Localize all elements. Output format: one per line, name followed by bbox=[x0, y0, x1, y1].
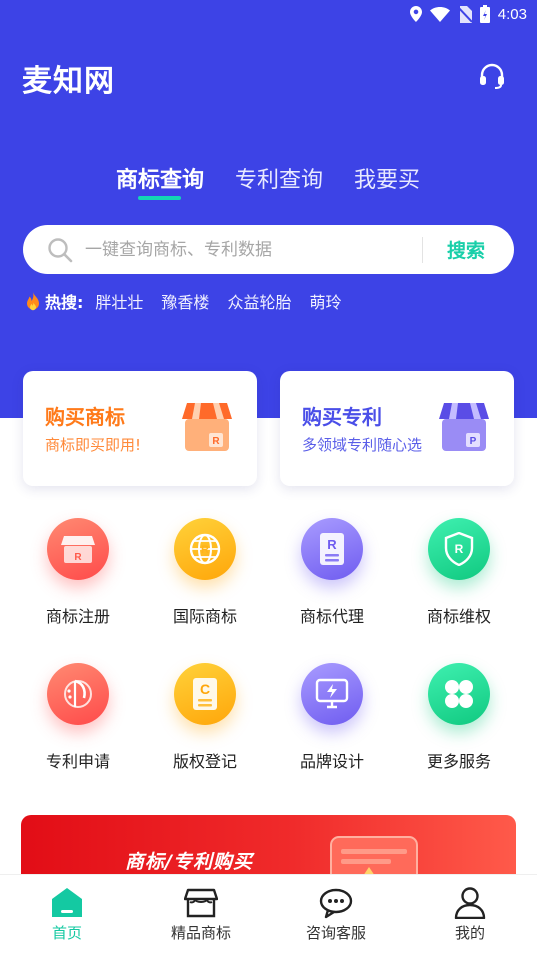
battery-icon bbox=[479, 5, 490, 23]
app-logo: 麦知网 bbox=[22, 64, 115, 99]
hot-searches: 热搜: 胖壮壮 豫香楼 众益轮胎 萌玲 bbox=[25, 289, 359, 313]
nav-label: 首页 bbox=[51, 924, 82, 942]
nav-home[interactable]: 首页 bbox=[12, 887, 122, 943]
document-r-icon: R bbox=[301, 518, 363, 580]
svg-text:R: R bbox=[201, 544, 209, 556]
service-more[interactable]: 更多服务 bbox=[404, 663, 514, 783]
search-input[interactable] bbox=[85, 236, 415, 264]
svg-text:R: R bbox=[212, 436, 220, 447]
service-international-trademark[interactable]: R 国际商标 bbox=[150, 518, 260, 638]
service-trademark-protection[interactable]: R 商标维权 bbox=[404, 518, 514, 638]
tab-trademark-search[interactable]: 商标查询 bbox=[116, 162, 204, 194]
home-icon bbox=[52, 888, 82, 917]
service-brand-design[interactable]: 品牌设计 bbox=[277, 663, 387, 783]
patent-shop-icon: P bbox=[439, 403, 489, 451]
hot-search-item[interactable]: 萌玲 bbox=[309, 289, 341, 313]
status-bar: 4:03 bbox=[0, 0, 537, 30]
search-type-tabs: 商标查询 专利查询 我要买 bbox=[0, 162, 537, 202]
monitor-icon bbox=[301, 663, 363, 725]
hot-search-label: 热搜: bbox=[45, 293, 84, 312]
card-title: 购买专利 bbox=[302, 405, 382, 429]
nav-label: 我的 bbox=[454, 924, 485, 942]
nav-profile[interactable]: 我的 bbox=[415, 887, 525, 943]
active-tab-indicator bbox=[138, 196, 181, 200]
search-icon bbox=[48, 238, 73, 263]
banner-text: 商标/专利购买 bbox=[125, 851, 253, 873]
svg-text:R: R bbox=[74, 552, 82, 563]
headset-icon[interactable] bbox=[478, 62, 506, 90]
hot-search-item[interactable]: 众益轮胎 bbox=[227, 289, 291, 313]
trademark-shop-icon: R bbox=[182, 403, 232, 451]
fire-icon bbox=[27, 291, 39, 310]
card-subtitle: 多领域专利随心选 bbox=[302, 436, 423, 454]
service-label: 商标代理 bbox=[299, 607, 364, 626]
service-trademark-agency[interactable]: R 商标代理 bbox=[277, 518, 387, 638]
service-trademark-registration[interactable]: R 商标注册 bbox=[23, 518, 133, 638]
shield-r-icon: R bbox=[428, 518, 490, 580]
hot-search-item[interactable]: 豫香楼 bbox=[161, 289, 209, 313]
svg-text:P: P bbox=[470, 436, 477, 447]
buy-patent-card[interactable]: 购买专利 多领域专利随心选 P bbox=[280, 371, 514, 486]
globe-icon: R bbox=[174, 518, 236, 580]
nav-label: 精品商标 bbox=[170, 924, 231, 942]
service-label: 国际商标 bbox=[172, 607, 237, 626]
copyright-icon: C bbox=[174, 663, 236, 725]
buy-trademark-card[interactable]: 购买商标 商标即买即用! R bbox=[23, 371, 257, 486]
patent-icon bbox=[47, 663, 109, 725]
search-bar: 搜索 bbox=[23, 225, 514, 274]
nav-label: 咨询客服 bbox=[305, 924, 366, 942]
card-subtitle: 商标即买即用! bbox=[45, 436, 142, 454]
nav-customer-service[interactable]: 咨询客服 bbox=[281, 887, 391, 943]
service-copyright-registration[interactable]: C 版权登记 bbox=[150, 663, 260, 783]
service-label: 更多服务 bbox=[426, 752, 491, 771]
search-divider bbox=[422, 237, 423, 263]
search-button[interactable]: 搜索 bbox=[431, 236, 501, 264]
trademark-store-icon: R bbox=[47, 518, 109, 580]
no-sim-icon bbox=[457, 5, 472, 23]
wifi-icon bbox=[429, 6, 450, 22]
store-icon bbox=[184, 888, 218, 918]
service-label: 品牌设计 bbox=[299, 752, 364, 771]
service-patent-application[interactable]: 专利申请 bbox=[23, 663, 133, 783]
bottom-navigation: 首页 精品商标 咨询客服 我的 bbox=[0, 874, 537, 954]
svg-text:R: R bbox=[327, 537, 337, 552]
clock-time: 4:03 bbox=[497, 5, 527, 23]
tab-patent-search[interactable]: 专利查询 bbox=[235, 162, 323, 194]
location-icon bbox=[409, 6, 422, 22]
user-icon bbox=[454, 887, 486, 919]
tab-buy[interactable]: 我要买 bbox=[354, 162, 420, 194]
service-label: 专利申请 bbox=[45, 752, 110, 771]
grid-icon bbox=[428, 663, 490, 725]
service-label: 商标注册 bbox=[45, 607, 110, 626]
service-label: 版权登记 bbox=[172, 752, 237, 771]
hot-search-item[interactable]: 胖壮壮 bbox=[95, 289, 143, 313]
nav-premium-trademarks[interactable]: 精品商标 bbox=[146, 887, 256, 943]
svg-text:C: C bbox=[200, 681, 210, 697]
service-label: 商标维权 bbox=[426, 607, 491, 626]
card-title: 购买商标 bbox=[45, 405, 125, 429]
svg-text:R: R bbox=[455, 542, 464, 556]
chat-icon bbox=[319, 888, 353, 919]
